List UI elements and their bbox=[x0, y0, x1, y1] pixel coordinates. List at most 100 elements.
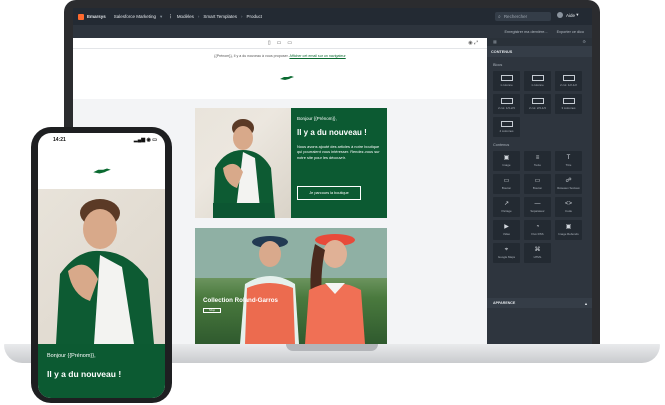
preheader: {{Prénom}}, Il y a du nouveau à vous pro… bbox=[73, 54, 487, 58]
tile-label: Bouton bbox=[501, 186, 512, 190]
bloc-tile[interactable]: 4 colonnes bbox=[493, 117, 520, 137]
tile-label: HTML bbox=[533, 255, 542, 259]
content-image[interactable]: ▣ Image bbox=[493, 151, 520, 171]
mobile-preview-icon[interactable]: ▯ bbox=[268, 40, 271, 46]
rss-icon: ◔ bbox=[535, 224, 540, 230]
tile-label: Partage bbox=[501, 209, 512, 213]
search-input[interactable]: ⌕ Rechercher bbox=[495, 12, 551, 21]
button-icon: ▭ bbox=[534, 178, 541, 184]
greeting: Bonjour {{Prénom}}, bbox=[47, 353, 96, 359]
more-icon[interactable]: ⋮ bbox=[168, 14, 173, 20]
help-label[interactable]: Aide bbox=[566, 13, 575, 18]
tile-label: Titre bbox=[565, 163, 572, 167]
preview-icon[interactable]: ◉ ⤢ bbox=[468, 40, 478, 46]
search-icon: ⌕ bbox=[498, 13, 501, 20]
shop-button[interactable]: Je parcours la boutique bbox=[297, 186, 361, 200]
breadcrumb-item[interactable]: Salesforce Marketing bbox=[114, 14, 156, 19]
contenus-grid: ▣ Image ≡ Texte T Titre ▭ Bouton ▭ Bouton ☍ Ré… bbox=[487, 151, 592, 263]
content-video[interactable]: ▶ Vidéo bbox=[493, 220, 520, 240]
content-rss[interactable]: ◔ Flux RSS bbox=[524, 220, 551, 240]
social-icon: ☍ bbox=[565, 178, 572, 184]
collection-block[interactable]: Collection Roland-Garros Shop bbox=[195, 228, 387, 344]
appearance-section[interactable]: APPARENCE ▴ bbox=[487, 298, 592, 308]
tile-label: Séparateur bbox=[530, 209, 545, 213]
chevron-down-icon: ▾ bbox=[575, 12, 579, 17]
content-title[interactable]: T Titre bbox=[555, 151, 582, 171]
bloc-tile[interactable]: 3 colonnes bbox=[555, 94, 582, 114]
content-image-rebound[interactable]: ▣ Image Rebonds bbox=[555, 220, 582, 240]
tile-label: 4 colonnes bbox=[499, 129, 514, 133]
blocs-label: Blocs bbox=[493, 63, 503, 67]
tile-label: Vidéo bbox=[502, 232, 511, 236]
view-in-browser-link[interactable]: Afficher cet email sur un navigateur bbox=[289, 54, 345, 58]
chevron-right-icon: › bbox=[197, 14, 200, 19]
hero-block[interactable]: Bonjour {{Prénom}}, Il y a du nouveau ! … bbox=[195, 108, 387, 218]
breadcrumb-item[interactable]: Modèles bbox=[177, 14, 194, 19]
bloc-tile[interactable]: 1 colonne bbox=[524, 71, 551, 91]
greeting: Bonjour {{Prénom}}, bbox=[297, 116, 337, 121]
tile-label: Google Maps bbox=[497, 255, 516, 259]
contenus-label: Contenus bbox=[493, 143, 510, 147]
content-button-2[interactable]: ▭ Bouton bbox=[524, 174, 551, 194]
preheader-text: {{Prénom}}, Il y a du nouveau à vous pro… bbox=[214, 54, 289, 58]
bloc-tile[interactable]: 2 col. 1/3-2/3 bbox=[493, 94, 520, 114]
laptop-notch bbox=[286, 344, 378, 351]
phone-time: 14:21 bbox=[53, 136, 66, 143]
tile-label: Image Rebonds bbox=[558, 232, 579, 236]
collection-caption: Collection Roland-Garros bbox=[203, 297, 278, 304]
email-header: {{Prénom}}, Il y a du nouveau à vous pro… bbox=[73, 49, 487, 99]
content-html[interactable]: ⌘ HTML bbox=[524, 243, 551, 263]
chevron-down-icon: ▾ bbox=[160, 13, 163, 19]
hero-title: Il y a du nouveau ! bbox=[47, 369, 122, 379]
button-icon: ▭ bbox=[503, 178, 510, 184]
bloc-tile[interactable]: 2 col. 1/2-1/2 bbox=[555, 71, 582, 91]
top-navigation-bar: Emarsys Salesforce Marketing ▾ ⋮ Modèles… bbox=[73, 8, 592, 25]
content-separator[interactable]: — Séparateur bbox=[524, 197, 551, 217]
share-icon: ↗ bbox=[503, 201, 510, 207]
bloc-tile[interactable]: 2 col. 2/3-1/3 bbox=[524, 94, 551, 114]
tab-settings[interactable]: ⚙ bbox=[582, 39, 586, 45]
hero-body: Nous avons ajouté des articles à notre b… bbox=[297, 144, 380, 160]
avatar[interactable] bbox=[557, 12, 563, 18]
text-icon: ≡ bbox=[535, 155, 540, 161]
collection-button[interactable]: Shop bbox=[203, 308, 221, 313]
desktop-preview-icon[interactable]: ▭ bbox=[287, 40, 292, 46]
bloc-tile[interactable]: 1 colonne bbox=[493, 71, 520, 91]
tablet-preview-icon[interactable]: ▭ bbox=[277, 40, 282, 46]
builder-side-panel: ▦ ⚙ CONTENUS Blocs 1 colonne 1 colonne 2… bbox=[487, 38, 592, 344]
tile-label: Texte bbox=[534, 163, 541, 167]
content-code[interactable]: <> Code bbox=[555, 197, 582, 217]
hero-title: Il y a du nouveau ! bbox=[297, 128, 367, 137]
content-social[interactable]: ☍ Réseaux Sociaux bbox=[555, 174, 582, 194]
help-menu[interactable]: Aide ▾ bbox=[557, 12, 579, 18]
tab-contenus[interactable]: ▦ bbox=[493, 39, 497, 45]
save-action[interactable]: Enregistrer ma dernière... bbox=[505, 30, 548, 34]
tile-label: Bouton bbox=[532, 186, 543, 190]
separator-icon: — bbox=[534, 201, 541, 207]
app-brand[interactable]: Emarsys bbox=[87, 14, 106, 19]
video-icon: ▶ bbox=[504, 224, 509, 230]
chevron-up-icon: ▴ bbox=[584, 300, 587, 306]
content-text[interactable]: ≡ Texte bbox=[524, 151, 551, 171]
title-icon: T bbox=[566, 155, 571, 161]
tile-label: 1 colonne bbox=[500, 83, 513, 87]
crocodile-logo-icon bbox=[92, 164, 112, 179]
crocodile-logo-icon bbox=[279, 74, 295, 82]
breadcrumb-item[interactable]: Smart Templates bbox=[203, 14, 237, 19]
tile-label: 2 col. 1/2-1/2 bbox=[560, 83, 577, 87]
tile-label: Flux RSS bbox=[531, 232, 544, 236]
hero-text: Bonjour {{Prénom}}, Il y a du nouveau ! … bbox=[297, 116, 383, 160]
product-mockup: Emarsys Salesforce Marketing ▾ ⋮ Modèles… bbox=[0, 0, 665, 405]
device-preview-bar: ▯ ▭ ▭ ◉ ⤢ bbox=[73, 38, 487, 49]
content-share[interactable]: ↗ Partage bbox=[493, 197, 520, 217]
image-icon: ▣ bbox=[565, 224, 572, 230]
content-button[interactable]: ▭ Bouton bbox=[493, 174, 520, 194]
action-bar: Enregistrer ma dernière... Exporter ce d… bbox=[73, 25, 592, 38]
content-maps[interactable]: ⌖ Google Maps bbox=[493, 243, 520, 263]
panel-header[interactable]: CONTENUS bbox=[487, 46, 592, 57]
collection-photo bbox=[195, 228, 387, 344]
export-action[interactable]: Exporter ce dico bbox=[557, 30, 584, 34]
code-icon: <> bbox=[564, 201, 572, 207]
app-logo-icon[interactable] bbox=[78, 13, 84, 20]
tile-label: 3 colonnes bbox=[561, 106, 576, 110]
